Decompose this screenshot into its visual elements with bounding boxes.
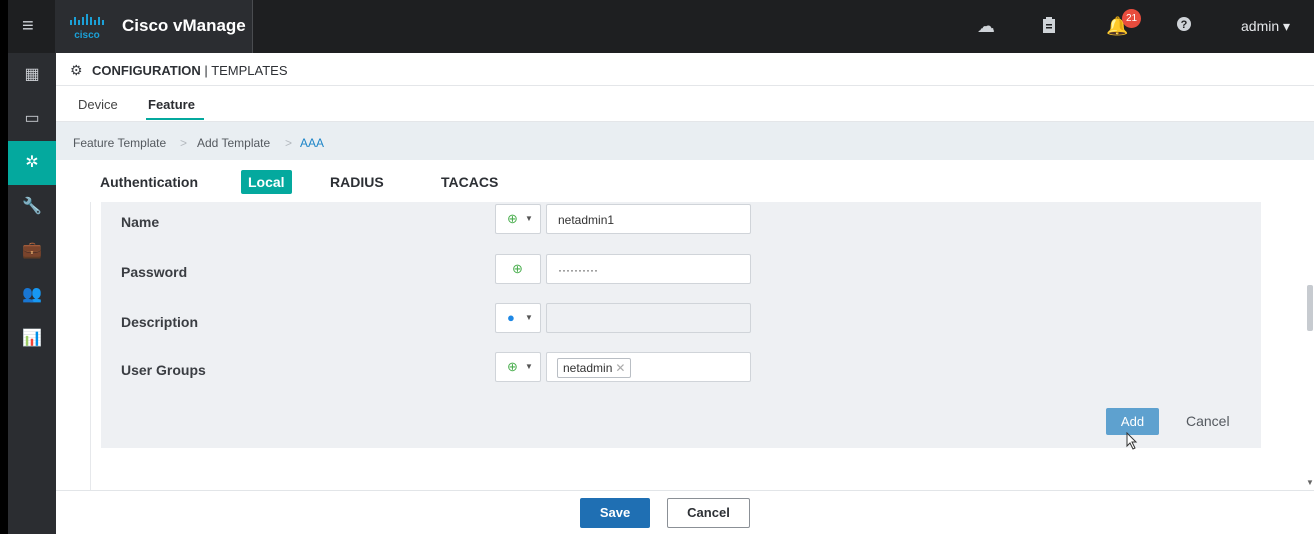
breadcrumb-separator: > — [180, 136, 188, 150]
tools-wrench-icon[interactable]: 🔧 — [8, 185, 56, 229]
password-field[interactable]: ·········· — [546, 254, 751, 284]
user-groups-scope-dropdown[interactable]: ⊕ ▼ — [495, 352, 541, 382]
notification-badge: 21 — [1122, 9, 1141, 28]
save-button[interactable]: Save — [580, 498, 650, 528]
breadcrumb-add-template[interactable]: Add Template — [197, 136, 270, 150]
cisco-logo: cisco — [70, 14, 104, 40]
dashboard-icon[interactable]: ▦ — [8, 53, 56, 97]
breadcrumb-feature-template[interactable]: Feature Template — [73, 136, 166, 150]
globe-icon: ⊕ — [512, 261, 523, 276]
template-tabs: Device Feature — [56, 86, 1314, 122]
chevron-down-icon: ▼ — [525, 214, 533, 223]
group-tag: netadmin ✕ — [557, 358, 632, 378]
mouse-cursor-icon — [1126, 432, 1138, 450]
app-title: Cisco vManage — [122, 16, 246, 35]
tab-local[interactable]: Local — [241, 170, 292, 194]
globe-icon: ⊕ — [507, 211, 518, 226]
cancel-link[interactable]: Cancel — [1186, 413, 1230, 429]
chevron-down-icon: ▼ — [525, 313, 533, 322]
configuration-icon[interactable]: ✲ — [8, 141, 56, 185]
name-field[interactable]: netadmin1 — [546, 204, 751, 234]
clipboard-icon[interactable] — [1042, 16, 1056, 38]
tab-device[interactable]: Device — [78, 97, 118, 112]
add-button[interactable]: Add — [1106, 408, 1159, 435]
user-groups-field[interactable]: netadmin ✕ — [546, 352, 751, 382]
name-scope-dropdown[interactable]: ⊕ ▼ — [495, 204, 541, 234]
brand: cisco Cisco vManage — [55, 0, 253, 53]
tab-tacacs[interactable]: TACACS — [441, 174, 498, 190]
cancel-button[interactable]: Cancel — [667, 498, 750, 528]
password-scope: ⊕ — [495, 254, 541, 284]
vmanage-window: ≡ cisco Cisco vManage ☁ 🔔 21 ? admin ▾ ▦… — [0, 0, 1314, 534]
analytics-chart-icon[interactable]: 📊 — [8, 317, 56, 361]
tab-authentication[interactable]: Authentication — [100, 174, 198, 190]
breadcrumb-separator: > — [285, 136, 293, 150]
page-title: CONFIGURATION | TEMPLATES — [92, 63, 288, 78]
name-label: Name — [121, 214, 160, 230]
breadcrumb-aaa: AAA — [300, 136, 325, 150]
chevron-down-icon: ▼ — [525, 362, 533, 371]
tab-radius[interactable]: RADIUS — [330, 174, 384, 190]
password-label: Password — [121, 264, 188, 280]
user-menu[interactable]: admin ▾ — [1241, 18, 1290, 35]
close-icon[interactable]: ✕ — [615, 361, 625, 375]
description-label: Description — [121, 314, 199, 330]
monitor-icon[interactable]: ▭ — [8, 97, 56, 141]
globe-icon: ⊕ — [507, 359, 518, 374]
aaa-section-tabs: Authentication Local RADIUS TACACS — [56, 160, 1314, 202]
description-field — [546, 303, 751, 333]
menu-icon[interactable]: ≡ — [22, 16, 34, 36]
window-edge — [0, 0, 8, 534]
page-header: ⚙ CONFIGURATION | TEMPLATES — [56, 53, 1314, 86]
cloud-icon[interactable]: ☁ — [977, 16, 995, 36]
scroll-down-icon[interactable]: ▼ — [1306, 478, 1314, 487]
breadcrumb: Feature Template > Add Template > AAA — [56, 122, 1314, 160]
gear-icon: ⚙ — [70, 62, 83, 78]
tab-feature[interactable]: Feature — [148, 97, 195, 112]
svg-text:?: ? — [1181, 19, 1188, 31]
sidebar: ▦ ▭ ✲ 🔧 💼 👥 📊 — [8, 53, 56, 534]
help-icon[interactable]: ? — [1176, 16, 1192, 36]
user-groups-label: User Groups — [121, 362, 206, 378]
active-tab-indicator — [146, 118, 204, 120]
check-circle-icon: ● — [507, 310, 515, 325]
description-scope-dropdown[interactable]: ● ▼ — [495, 303, 541, 333]
administration-users-icon[interactable]: 👥 — [8, 273, 56, 317]
logo-text: cisco — [74, 30, 100, 40]
maintenance-briefcase-icon[interactable]: 💼 — [8, 229, 56, 273]
scrollbar-thumb[interactable] — [1307, 285, 1313, 331]
top-bar: ≡ cisco Cisco vManage ☁ 🔔 21 ? admin ▾ — [0, 0, 1314, 534]
